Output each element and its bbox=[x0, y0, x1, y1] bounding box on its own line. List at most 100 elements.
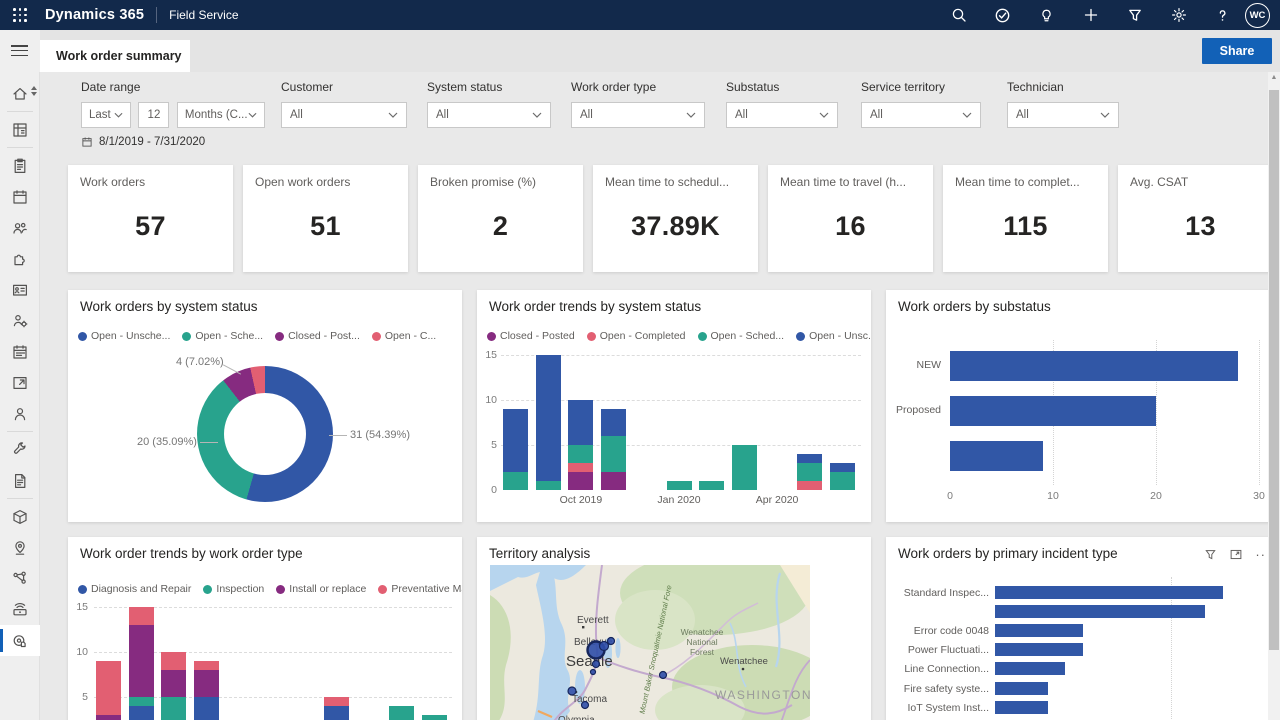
bar-segment[interactable] bbox=[161, 697, 186, 720]
sidebar-item-knowledge[interactable] bbox=[0, 274, 40, 305]
bar-segment[interactable] bbox=[568, 463, 593, 472]
h-bar[interactable] bbox=[995, 682, 1048, 695]
stacked-bar[interactable] bbox=[830, 463, 855, 490]
focus-mode-icon[interactable] bbox=[1229, 548, 1243, 561]
add-icon[interactable] bbox=[1082, 7, 1099, 24]
scroll-up-arrow[interactable]: ▲ bbox=[1268, 74, 1280, 81]
kpi-card-3[interactable]: Broken promise (%)2 bbox=[418, 165, 583, 272]
legend-item[interactable]: Open - C... bbox=[372, 330, 436, 342]
stacked-bar[interactable] bbox=[503, 409, 528, 490]
filter-icon[interactable] bbox=[1204, 548, 1217, 561]
legend-item[interactable]: Open - Sche... bbox=[182, 330, 263, 342]
date-mode-dropdown[interactable]: Last bbox=[81, 102, 131, 128]
bar-segment[interactable] bbox=[129, 706, 154, 720]
date-unit-dropdown[interactable]: Months (C... bbox=[177, 102, 265, 128]
brand-title[interactable]: Dynamics 365 bbox=[45, 7, 144, 23]
stacked-bar[interactable] bbox=[699, 481, 724, 490]
sidebar-item-home[interactable] bbox=[0, 78, 40, 109]
filter-dropdown[interactable]: All bbox=[281, 102, 407, 128]
kpi-card-4[interactable]: Mean time to schedul...37.89K bbox=[593, 165, 758, 272]
filter-dropdown[interactable]: All bbox=[571, 102, 705, 128]
sidebar-item-extensions[interactable] bbox=[0, 243, 40, 274]
h-bar[interactable] bbox=[995, 586, 1223, 599]
h-bar[interactable] bbox=[995, 662, 1065, 675]
bar-segment[interactable] bbox=[699, 481, 724, 490]
sidebar-item-schedule[interactable] bbox=[0, 336, 40, 367]
map-bubble[interactable] bbox=[593, 661, 600, 668]
stacked-bar[interactable] bbox=[568, 400, 593, 490]
bar-segment[interactable] bbox=[601, 409, 626, 436]
bar-segment[interactable] bbox=[129, 697, 154, 706]
bar-segment[interactable] bbox=[601, 472, 626, 490]
map-bubble[interactable] bbox=[608, 638, 615, 645]
bar-segment[interactable] bbox=[536, 481, 561, 490]
app-name[interactable]: Field Service bbox=[169, 8, 238, 22]
bar-segment[interactable] bbox=[161, 670, 186, 697]
kpi-card-2[interactable]: Open work orders51 bbox=[243, 165, 408, 272]
kpi-card-7[interactable]: Avg. CSAT13 bbox=[1118, 165, 1280, 272]
sidebar-item-customers[interactable] bbox=[0, 398, 40, 429]
map-bubble[interactable] bbox=[582, 702, 589, 709]
bar-segment[interactable] bbox=[568, 472, 593, 490]
sidebar-item-service-locations[interactable] bbox=[0, 532, 40, 563]
stacked-bar[interactable] bbox=[389, 706, 414, 720]
stacked-bar[interactable] bbox=[732, 445, 757, 490]
bar-segment[interactable] bbox=[161, 652, 186, 670]
bar-segment[interactable] bbox=[797, 454, 822, 463]
bar-segment[interactable] bbox=[568, 400, 593, 445]
h-bar[interactable] bbox=[995, 701, 1048, 714]
filter-dropdown[interactable]: All bbox=[1007, 102, 1119, 128]
filter-dropdown[interactable]: All bbox=[427, 102, 551, 128]
bar-segment[interactable] bbox=[96, 715, 121, 720]
search-icon[interactable] bbox=[950, 7, 967, 24]
bar-segment[interactable] bbox=[601, 436, 626, 472]
stacked-bar[interactable] bbox=[161, 652, 186, 720]
sidebar-item-insights[interactable] bbox=[0, 625, 40, 656]
sidebar-item-bookings[interactable] bbox=[0, 181, 40, 212]
filter-dropdown[interactable]: All bbox=[861, 102, 981, 128]
lightbulb-icon[interactable] bbox=[1038, 7, 1055, 24]
sidebar-item-invoices[interactable] bbox=[0, 465, 40, 496]
map-bubble[interactable] bbox=[591, 670, 596, 675]
map-bubble[interactable] bbox=[660, 672, 667, 679]
bar-segment[interactable] bbox=[422, 715, 447, 720]
stacked-bar[interactable] bbox=[797, 454, 822, 490]
map-bubble[interactable] bbox=[600, 642, 609, 651]
home-expand-arrows-icon[interactable] bbox=[31, 86, 37, 96]
bar-segment[interactable] bbox=[503, 409, 528, 472]
check-circle-icon[interactable] bbox=[994, 7, 1011, 24]
sidebar-item-resources[interactable] bbox=[0, 212, 40, 243]
bar-segment[interactable] bbox=[568, 445, 593, 463]
hamburger-menu-icon[interactable] bbox=[11, 45, 28, 57]
legend-item[interactable]: Closed - Post... bbox=[275, 330, 360, 342]
kpi-card-6[interactable]: Mean time to complet...115 bbox=[943, 165, 1108, 272]
bar-segment[interactable] bbox=[797, 481, 822, 490]
bar-segment[interactable] bbox=[830, 463, 855, 472]
bar-segment[interactable] bbox=[324, 697, 349, 706]
sidebar-item-iot-devices[interactable] bbox=[0, 594, 40, 625]
tab-work-order-summary[interactable]: Work order summary bbox=[40, 40, 190, 72]
scrollbar-thumb[interactable] bbox=[1269, 90, 1279, 650]
stacked-bar[interactable] bbox=[667, 481, 692, 490]
filter-icon[interactable] bbox=[1126, 7, 1143, 24]
bar-segment[interactable] bbox=[324, 706, 349, 720]
h-bar[interactable] bbox=[995, 605, 1205, 618]
stacked-bar[interactable] bbox=[601, 409, 626, 490]
h-bar[interactable] bbox=[995, 624, 1083, 637]
bar-segment[interactable] bbox=[129, 625, 154, 697]
bar-segment[interactable] bbox=[194, 670, 219, 697]
stacked-bar[interactable] bbox=[324, 697, 349, 720]
legend-item[interactable]: Open - Unsche... bbox=[78, 330, 170, 342]
h-bar[interactable] bbox=[995, 643, 1083, 656]
bar-segment[interactable] bbox=[503, 472, 528, 490]
bar-segment[interactable] bbox=[129, 607, 154, 625]
sidebar-item-work-orders[interactable] bbox=[0, 150, 40, 181]
kpi-card-5[interactable]: Mean time to travel (h...16 bbox=[768, 165, 933, 272]
bar-segment[interactable] bbox=[194, 697, 219, 720]
avatar[interactable]: WC bbox=[1245, 3, 1270, 28]
stacked-bar[interactable] bbox=[194, 661, 219, 720]
app-launcher-icon[interactable] bbox=[13, 8, 27, 22]
stacked-bar[interactable] bbox=[422, 715, 447, 720]
stacked-bar[interactable] bbox=[129, 607, 154, 720]
kpi-card-1[interactable]: Work orders57 bbox=[68, 165, 233, 272]
